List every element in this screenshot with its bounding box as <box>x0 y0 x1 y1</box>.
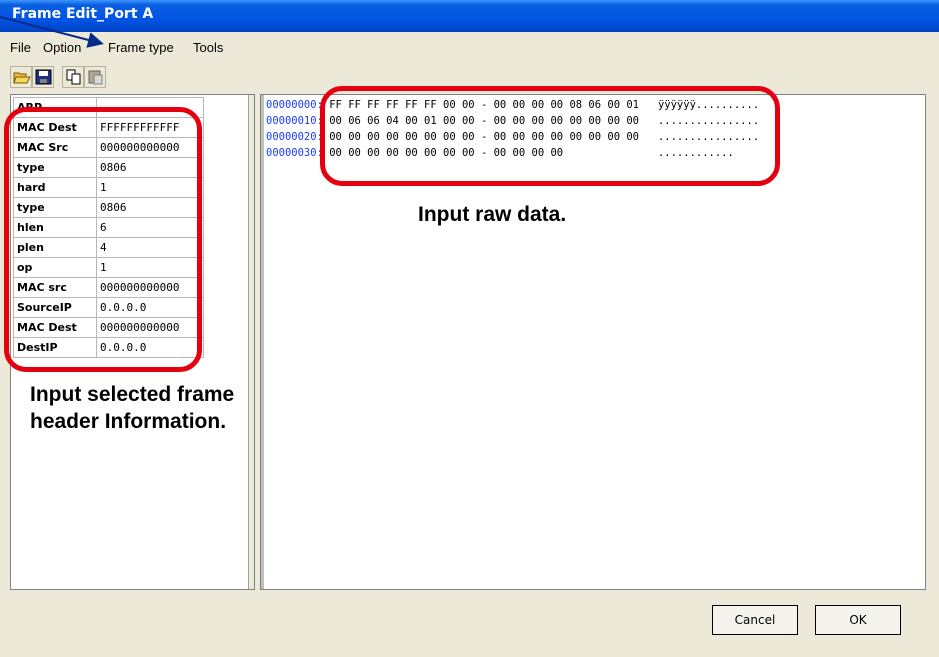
frame-edit-window: Frame Edit_Port A File Option Frame type… <box>0 0 939 657</box>
annotation-arrow <box>0 16 104 48</box>
